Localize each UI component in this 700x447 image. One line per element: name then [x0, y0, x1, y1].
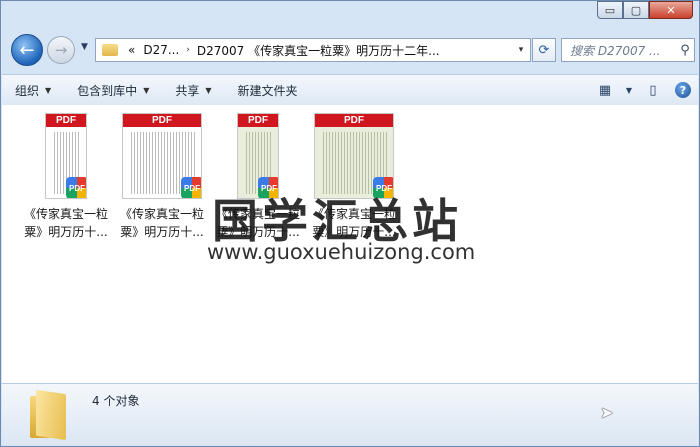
share-menu-button[interactable]: 共享 ▼ — [162, 75, 224, 105]
folder-icon — [102, 44, 118, 56]
back-button[interactable]: ← — [11, 34, 43, 66]
address-segment-parent[interactable]: D27... — [139, 43, 183, 57]
share-label: 共享 — [175, 83, 200, 98]
refresh-icon: ⟳ — [538, 42, 550, 58]
chevron-down-icon: ▼ — [205, 85, 212, 95]
include-in-library-button[interactable]: 包含到库中 ▼ — [64, 75, 162, 105]
pdf-thumbnail: PDF PDF — [122, 113, 202, 199]
view-dropdown-button[interactable]: ▼ — [623, 79, 635, 101]
pdf-thumbnail: PDF PDF — [45, 113, 87, 199]
mouse-cursor-icon: ➤ — [600, 403, 614, 422]
close-button[interactable]: ✕ — [649, 1, 693, 19]
search-icon[interactable]: ⚲ — [676, 43, 694, 58]
command-bar: 组织 ▼ 包含到库中 ▼ 共享 ▼ 新建文件夹 ▦ ▼ ▯ ? — [2, 74, 698, 106]
watermark-url: www.guoxuehuizong.com — [207, 240, 476, 264]
folder-icon — [30, 389, 68, 441]
navigation-row: ← → ▼ « D27... › D27007 《传家真宝一粒粟》明万历十二年.… — [11, 32, 695, 68]
address-history-marker[interactable]: « — [124, 43, 139, 57]
file-name-line2: 粟》明万历十... — [120, 225, 204, 239]
address-segment-current[interactable]: D27007 《传家真宝一粒粟》明万历十二年... — [193, 42, 444, 59]
recent-pages-dropdown[interactable]: ▼ — [81, 42, 88, 52]
pdf-app-icon: PDF — [66, 177, 86, 198]
help-icon: ? — [675, 82, 691, 98]
search-box[interactable]: 搜索 D27007 ... ⚲ — [561, 38, 695, 62]
pdf-header-band: PDF — [315, 114, 393, 127]
address-bar[interactable]: « D27... › D27007 《传家真宝一粒粟》明万历十二年... ▾ — [95, 38, 531, 62]
search-input[interactable]: 搜索 D27007 ... — [562, 42, 676, 59]
organize-menu-button[interactable]: 组织 ▼ — [2, 75, 64, 105]
chevron-down-icon: ▼ — [143, 85, 150, 95]
forward-arrow-icon: → — [54, 41, 68, 59]
include-library-label: 包含到库中 — [77, 83, 138, 98]
toolbar-right-group: ▦ ▼ ▯ ? — [590, 75, 698, 105]
chevron-down-icon: ▼ — [45, 85, 52, 95]
file-name-line1: 《传家真宝一粒 — [119, 207, 204, 221]
pdf-header-band: PDF — [238, 114, 278, 127]
pdf-header-band: PDF — [46, 114, 86, 127]
file-item[interactable]: PDF PDF 《传家真宝一粒 粟》明万历十... — [114, 113, 210, 241]
forward-button[interactable]: → — [47, 36, 75, 64]
chevron-down-icon: ▼ — [625, 85, 633, 95]
address-separator-icon[interactable]: › — [183, 45, 193, 55]
item-count: 4 个对象 — [92, 394, 140, 408]
file-item[interactable]: PDF PDF 《传家真宝一粒 粟》明万历十... — [18, 113, 114, 241]
preview-pane-icon: ▯ — [649, 82, 657, 98]
back-arrow-icon: ← — [19, 39, 35, 61]
pdf-app-icon: PDF — [181, 177, 201, 198]
refresh-button[interactable]: ⟳ — [532, 38, 556, 62]
file-name-line1: 《传家真宝一粒 — [23, 207, 108, 221]
details-pane: 4 个对象 ➤ — [2, 383, 698, 445]
help-button[interactable]: ? — [671, 79, 695, 101]
address-dropdown-icon[interactable]: ▾ — [512, 45, 530, 55]
pdf-header-band: PDF — [123, 114, 201, 127]
file-name-line2: 粟》明万历十... — [24, 225, 108, 239]
view-options-icon: ▦ — [598, 82, 612, 98]
change-view-button[interactable]: ▦ — [593, 79, 617, 101]
new-folder-button[interactable]: 新建文件夹 — [225, 75, 311, 105]
minimize-button[interactable]: ▭ — [597, 1, 623, 19]
preview-pane-button[interactable]: ▯ — [641, 79, 665, 101]
window-caption-buttons: ▭ ▢ ✕ — [597, 1, 693, 19]
file-list-view[interactable]: PDF PDF 《传家真宝一粒 粟》明万历十... PDF PDF 《传家真宝一… — [2, 105, 698, 383]
explorer-window: ▭ ▢ ✕ ← → ▼ « D27... › D27007 《传家真宝一粒粟》明… — [0, 0, 700, 447]
maximize-button[interactable]: ▢ — [623, 1, 649, 19]
organize-label: 组织 — [15, 83, 40, 98]
